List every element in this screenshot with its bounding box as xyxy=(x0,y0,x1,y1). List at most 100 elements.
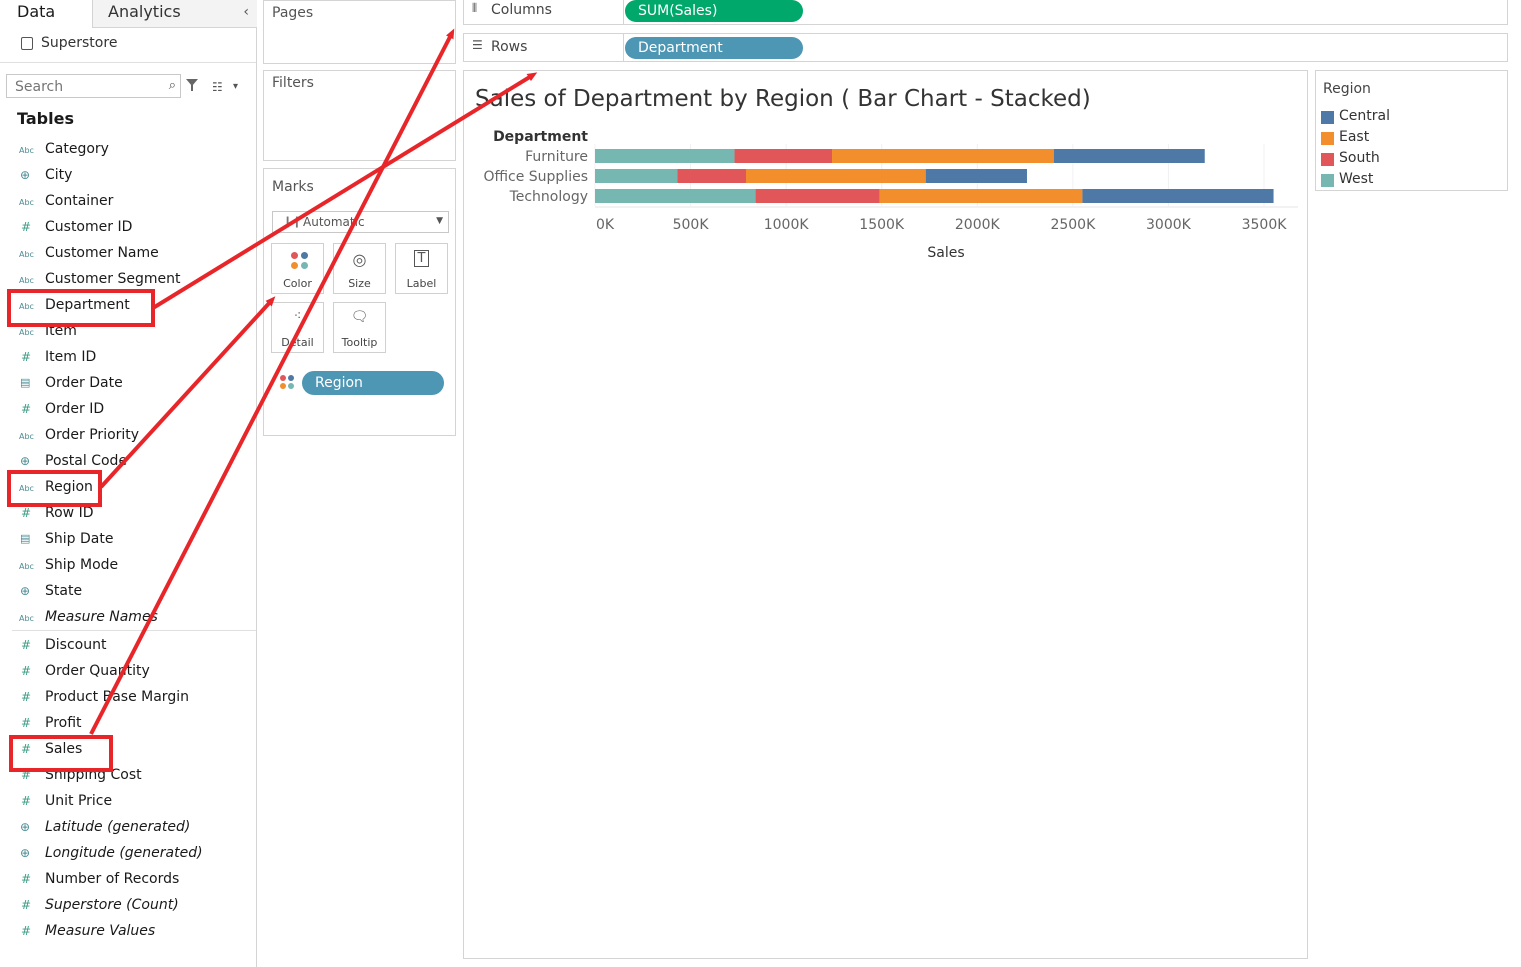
color-button[interactable]: Color xyxy=(271,243,324,294)
bar-segment-east[interactable] xyxy=(879,189,1083,203)
field-customer-name[interactable]: Abc Customer Name xyxy=(0,241,256,267)
bar-segment-east[interactable] xyxy=(832,149,1054,163)
globe-icon: ⊕ xyxy=(20,168,31,182)
field-label: Postal Code xyxy=(45,453,128,469)
field-label: Number of Records xyxy=(45,871,180,887)
search-input[interactable] xyxy=(13,76,157,98)
field-label: Shipping Cost xyxy=(45,767,142,783)
field-state[interactable]: ⊕ State xyxy=(0,579,256,605)
chart-title[interactable]: Sales of Department by Region ( Bar Char… xyxy=(475,86,1091,112)
data-pane: Data Analytics ‹ Superstore ⌕ ☷ ▾ Tables… xyxy=(0,0,257,967)
bar-segment-south[interactable] xyxy=(755,189,880,203)
field-label: State xyxy=(45,583,83,599)
field-city[interactable]: ⊕ City xyxy=(0,163,256,189)
bar-segment-central[interactable] xyxy=(925,169,1027,183)
field-measure-values[interactable]: # Measure Values xyxy=(0,919,256,945)
field-department[interactable]: Abc Department xyxy=(0,293,256,319)
marks-card-title: Marks xyxy=(272,179,314,195)
legend-label: West xyxy=(1339,171,1374,187)
field-region[interactable]: Abc Region xyxy=(0,475,256,501)
field-label: Ship Mode xyxy=(45,557,119,573)
color-dots-icon xyxy=(280,375,296,391)
legend-title: Region xyxy=(1323,81,1371,97)
field-label: Unit Price xyxy=(45,793,113,809)
field-number-of-records[interactable]: # Number of Records xyxy=(0,867,256,893)
tab-data[interactable]: Data xyxy=(0,0,92,27)
legend-item-east[interactable]: East xyxy=(1320,128,1500,149)
bar-segment-south[interactable] xyxy=(677,169,747,183)
field-category[interactable]: Abc Category xyxy=(0,137,256,163)
field-shipping-cost[interactable]: # Shipping Cost xyxy=(0,763,256,789)
field-label: Order Priority xyxy=(45,427,140,443)
tooltip-button[interactable]: 🗨 Tooltip xyxy=(333,302,386,353)
search-icon[interactable]: ⌕ xyxy=(169,78,176,93)
region-legend[interactable]: Region Central East South West xyxy=(1315,70,1508,191)
field-customer-segment[interactable]: Abc Customer Segment xyxy=(0,267,256,293)
legend-item-west[interactable]: West xyxy=(1320,170,1500,191)
field-label: Item xyxy=(45,323,77,339)
rows-shelf[interactable]: ☰ Rows Department xyxy=(463,33,1508,62)
filters-card[interactable]: Filters xyxy=(263,70,456,161)
bar-segment-east[interactable] xyxy=(746,169,926,183)
datasource-name[interactable]: Superstore xyxy=(41,35,117,51)
field-item-id[interactable]: # Item ID xyxy=(0,345,256,371)
field-order-quantity[interactable]: # Order Quantity xyxy=(0,659,256,685)
field-superstore-count[interactable]: # Superstore (Count) xyxy=(0,893,256,919)
field-item[interactable]: Abc Item xyxy=(0,319,256,345)
legend-item-central[interactable]: Central xyxy=(1320,107,1500,128)
filter-icon-stem xyxy=(191,85,193,91)
field-label: Order Quantity xyxy=(45,663,150,679)
datasource-icon xyxy=(21,37,33,50)
bar-segment-central[interactable] xyxy=(1082,189,1274,203)
field-container[interactable]: Abc Container xyxy=(0,189,256,215)
chevron-down-icon[interactable]: ▾ xyxy=(233,81,238,92)
legend-item-south[interactable]: South xyxy=(1320,149,1500,170)
mark-type-dropdown[interactable]: ❙❙ Automatic ▼ xyxy=(272,211,449,233)
field-row-id[interactable]: # Row ID xyxy=(0,501,256,527)
region-pill-label: Region xyxy=(315,375,363,391)
calendar-icon: ▤ xyxy=(20,376,31,389)
detail-dots-icon: ⁖ xyxy=(293,309,302,324)
field-measure-names[interactable]: Abc Measure Names xyxy=(0,605,256,631)
search-field[interactable]: ⌕ xyxy=(6,74,181,98)
bar-segment-west[interactable] xyxy=(595,169,678,183)
abc-icon: Abc xyxy=(19,276,34,285)
size-button[interactable]: ◎ Size xyxy=(333,243,386,294)
detail-button[interactable]: ⁖ Detail xyxy=(271,302,324,353)
field-ship-date[interactable]: ▤ Ship Date xyxy=(0,527,256,553)
chevron-left-icon[interactable]: ‹ xyxy=(243,0,249,24)
columns-shelf[interactable]: ⫴ Columns SUM(Sales) xyxy=(463,0,1508,25)
field-unit-price[interactable]: # Unit Price xyxy=(0,789,256,815)
field-order-priority[interactable]: Abc Order Priority xyxy=(0,423,256,449)
shelf-divider xyxy=(623,0,624,24)
tab-analytics[interactable]: Analytics ‹ xyxy=(92,0,257,28)
field-customer-id[interactable]: # Customer ID xyxy=(0,215,256,241)
bar-segment-south[interactable] xyxy=(734,149,833,163)
field-profit[interactable]: # Profit xyxy=(0,711,256,737)
region-color-pill[interactable]: Region xyxy=(302,371,444,395)
pages-card[interactable]: Pages xyxy=(263,0,456,64)
field-postal-code[interactable]: ⊕ Postal Code xyxy=(0,449,256,475)
bar-segment-central[interactable] xyxy=(1053,149,1205,163)
row-header-department: Department xyxy=(493,129,588,145)
bar-segment-west[interactable] xyxy=(595,189,756,203)
stacked-bar-chart[interactable]: Department Furniture Office Supplies Techno… xyxy=(463,120,1308,270)
field-order-date[interactable]: ▤ Order Date xyxy=(0,371,256,397)
field-ship-mode[interactable]: Abc Ship Mode xyxy=(0,553,256,579)
legend-label: Central xyxy=(1339,108,1390,124)
field-sales[interactable]: # Sales xyxy=(0,737,256,763)
legend-label: South xyxy=(1339,150,1380,166)
field-discount[interactable]: # Discount xyxy=(0,633,256,659)
field-order-id[interactable]: # Order ID xyxy=(0,397,256,423)
sum-sales-pill[interactable]: SUM(Sales) xyxy=(625,0,803,22)
field-latitude-generated[interactable]: ⊕ Latitude (generated) xyxy=(0,815,256,841)
abc-icon: Abc xyxy=(19,484,34,493)
department-pill[interactable]: Department xyxy=(625,37,803,59)
field-label: Measure Values xyxy=(45,923,156,939)
label-button[interactable]: T Label xyxy=(395,243,448,294)
bar-segment-west[interactable] xyxy=(595,149,735,163)
field-longitude-generated[interactable]: ⊕ Longitude (generated) xyxy=(0,841,256,867)
field-label: Row ID xyxy=(45,505,94,521)
field-product-base-margin[interactable]: # Product Base Margin xyxy=(0,685,256,711)
view-list-icon[interactable]: ☷ xyxy=(212,80,223,94)
